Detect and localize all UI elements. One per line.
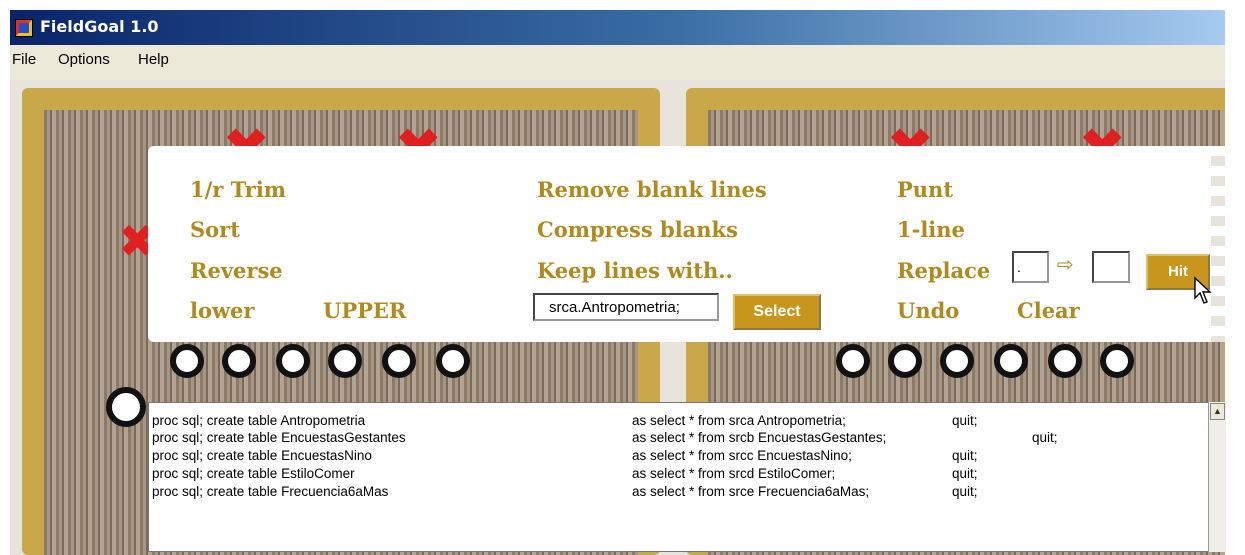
- undo-command[interactable]: Undo: [897, 298, 959, 323]
- ball-icon: [328, 344, 362, 378]
- compress-blanks-command[interactable]: Compress blanks: [537, 217, 738, 242]
- ball-icon: [1100, 344, 1134, 378]
- keep-lines-with-command[interactable]: Keep lines with..: [537, 258, 733, 283]
- lower-command[interactable]: lower: [190, 298, 255, 323]
- window-title: FieldGoal 1.0: [40, 17, 159, 36]
- clear-command[interactable]: Clear: [1017, 298, 1080, 323]
- title-bar[interactable]: FieldGoal 1.0: [10, 10, 1225, 45]
- menu-help[interactable]: Help: [138, 51, 169, 68]
- ball-icon: [836, 344, 870, 378]
- ball-icon: [994, 344, 1028, 378]
- sort-command[interactable]: Sort: [190, 217, 240, 242]
- trim-command[interactable]: 1/r Trim: [190, 177, 286, 202]
- ball-icon: [106, 387, 146, 427]
- ball-icon: [940, 344, 974, 378]
- upper-command[interactable]: UPPER: [323, 298, 406, 323]
- keep-lines-input[interactable]: srca.Antropometria;: [533, 293, 719, 321]
- punt-command[interactable]: Punt: [897, 177, 953, 202]
- menu-file[interactable]: File: [12, 51, 36, 68]
- torn-edge-decoration: [1225, 0, 1245, 555]
- app-icon: [15, 19, 33, 37]
- one-line-command[interactable]: 1-line: [897, 217, 965, 242]
- ball-icon: [170, 344, 204, 378]
- ball-icon: [222, 344, 256, 378]
- ball-icon: [888, 344, 922, 378]
- ball-icon: [1048, 344, 1082, 378]
- reverse-command[interactable]: Reverse: [190, 258, 283, 283]
- output-textarea[interactable]: proc sql; create table Antropometria as …: [148, 402, 1210, 552]
- replace-to-input[interactable]: [1092, 251, 1130, 283]
- ball-icon: [382, 344, 416, 378]
- ball-icon: [276, 344, 310, 378]
- replace-command[interactable]: Replace: [897, 258, 990, 283]
- select-button[interactable]: Select: [733, 294, 821, 330]
- mouse-pointer-icon: [1194, 276, 1212, 304]
- remove-blank-lines-command[interactable]: Remove blank lines: [537, 177, 767, 202]
- arrow-right-icon: ⇨: [1057, 252, 1074, 276]
- replace-from-input[interactable]: .: [1012, 251, 1049, 283]
- ball-icon: [436, 344, 470, 378]
- menu-bar: File Options Help: [10, 48, 1225, 74]
- menu-options[interactable]: Options: [58, 51, 110, 68]
